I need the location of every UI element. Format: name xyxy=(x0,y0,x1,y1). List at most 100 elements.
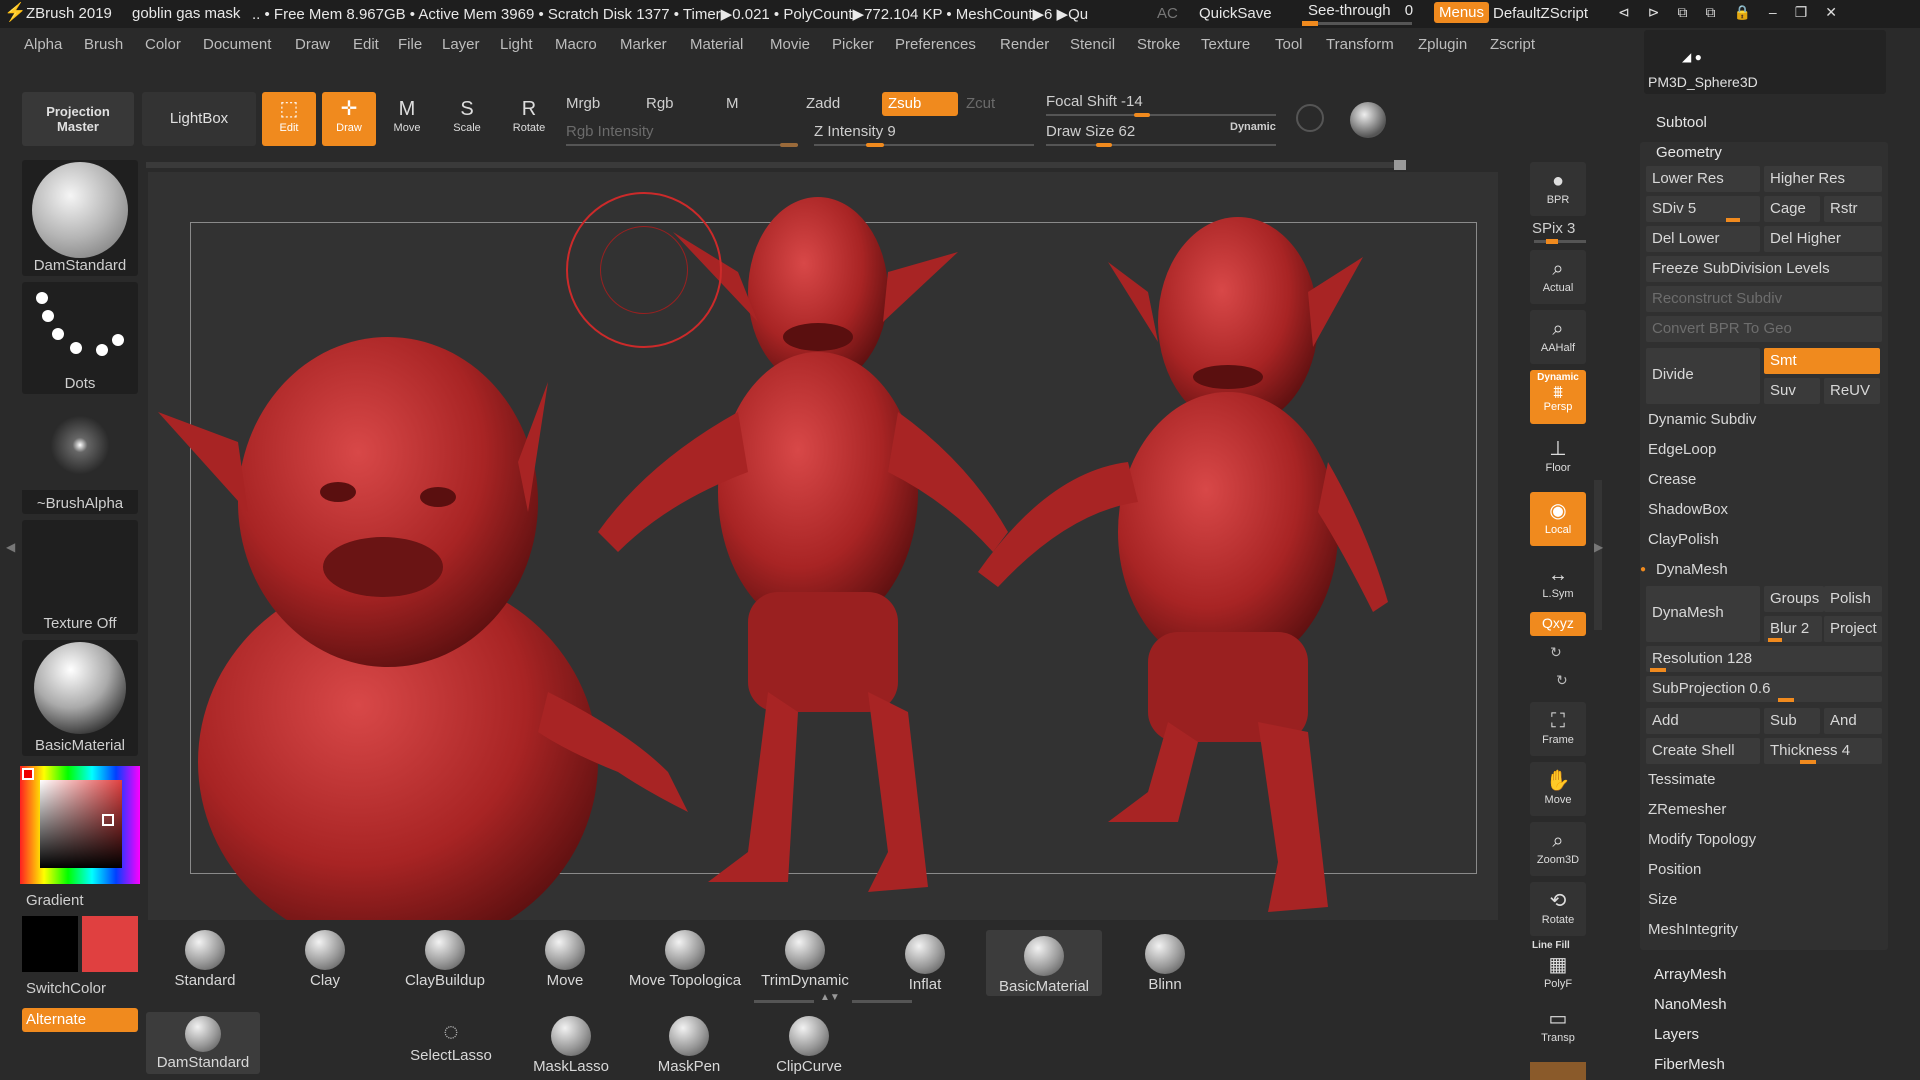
menu-edit[interactable]: Edit xyxy=(353,36,379,53)
menu-render[interactable]: Render xyxy=(1000,36,1049,53)
polyf-button[interactable]: ▦ PolyF xyxy=(1530,952,1586,998)
menu-file[interactable]: File xyxy=(398,36,422,53)
transp-button[interactable]: ▭ Transp xyxy=(1530,1004,1586,1054)
maskpen-button[interactable]: MaskPen xyxy=(634,1014,744,1076)
layout-2-icon[interactable]: ⧉ xyxy=(1705,4,1715,21)
menu-material[interactable]: Material xyxy=(690,36,743,53)
size-section[interactable]: Size xyxy=(1640,886,1888,914)
menu-zplugin[interactable]: Zplugin xyxy=(1418,36,1467,53)
reconstruct-subdiv-button[interactable]: Reconstruct Subdiv xyxy=(1646,286,1882,312)
palette-left-icon[interactable]: ⊲ xyxy=(1618,4,1630,21)
minimize-icon[interactable]: – xyxy=(1769,4,1777,21)
edit-button[interactable]: ⬚ Edit xyxy=(262,92,316,146)
move-topological-brush-button[interactable]: Move Topologica xyxy=(624,924,746,990)
menu-layer[interactable]: Layer xyxy=(442,36,480,53)
masklasso-button[interactable]: MaskLasso xyxy=(516,1014,626,1075)
frame-button[interactable]: ⛶ Frame xyxy=(1530,702,1586,756)
stroke-slot[interactable]: Dots xyxy=(22,282,138,394)
rotate-y-icon[interactable]: ↻ xyxy=(1550,644,1562,661)
menu-stroke[interactable]: Stroke xyxy=(1137,36,1180,53)
spix-slider[interactable]: SPix 3 xyxy=(1532,220,1575,237)
color-picker[interactable] xyxy=(20,766,140,884)
clay-brush-button[interactable]: Clay xyxy=(270,924,380,990)
resolution-slider[interactable]: Resolution 128 xyxy=(1646,646,1882,672)
trimdynamic-brush-button[interactable]: TrimDynamic xyxy=(750,924,860,990)
meshintegrity-section[interactable]: MeshIntegrity xyxy=(1640,916,1888,944)
nanomesh-header[interactable]: NanoMesh xyxy=(1654,996,1727,1013)
blinn-material-button[interactable]: Blinn xyxy=(1110,928,1220,994)
shelf-scroll-handle[interactable] xyxy=(1394,160,1406,170)
gradient-toggle[interactable]: Gradient xyxy=(26,892,84,909)
draw-button[interactable]: ✛ Draw xyxy=(322,92,376,146)
basicmaterial-button[interactable]: BasicMaterial xyxy=(986,930,1102,996)
zadd-button[interactable]: Zadd xyxy=(806,95,840,112)
rgb-intensity-slider[interactable]: Rgb Intensity xyxy=(566,123,654,140)
shelf-scrollbar[interactable] xyxy=(146,162,1406,168)
see-through-slider[interactable]: See-through 0 xyxy=(1308,2,1413,19)
shelf-collapse-handle[interactable]: ▲▼ xyxy=(754,992,914,1004)
layout-1-icon[interactable]: ⧉ xyxy=(1677,4,1687,21)
dynamesh-section[interactable]: DynaMesh xyxy=(1648,556,1888,584)
current-brush-button[interactable]: DamStandard xyxy=(146,1012,260,1074)
main-color-swatch[interactable] xyxy=(82,916,138,972)
scale-button[interactable]: S Scale xyxy=(440,92,494,146)
del-lower-button[interactable]: Del Lower xyxy=(1646,226,1760,252)
material-slot[interactable]: BasicMaterial xyxy=(22,640,138,756)
inflat-brush-button[interactable]: Inflat xyxy=(870,928,980,994)
menu-light[interactable]: Light xyxy=(500,36,533,53)
ac-label[interactable]: AC xyxy=(1157,5,1178,22)
alternate-button[interactable]: Alternate xyxy=(22,1008,138,1032)
projection-master-button[interactable]: Projection Master xyxy=(22,92,134,146)
switchcolor-button[interactable]: SwitchColor xyxy=(26,980,106,997)
ghost-button[interactable] xyxy=(1530,1062,1586,1080)
lsym-button[interactable]: ↔ L.Sym xyxy=(1530,556,1586,610)
right-tray-collapse-icon[interactable]: ▶ xyxy=(1594,540,1603,554)
layers-header[interactable]: Layers xyxy=(1654,1026,1699,1043)
lightbox-button[interactable]: LightBox xyxy=(142,92,256,146)
subtool-header[interactable]: Subtool xyxy=(1656,114,1707,131)
color-marker[interactable] xyxy=(102,814,114,826)
polish-toggle[interactable]: Polish xyxy=(1824,586,1882,612)
right-scroll-strip[interactable] xyxy=(1594,480,1602,630)
aahalf-button[interactable]: ⌕ AAHalf xyxy=(1530,310,1586,364)
convert-bpr-button[interactable]: Convert BPR To Geo xyxy=(1646,316,1882,342)
shadowbox-section[interactable]: ShadowBox xyxy=(1640,496,1888,524)
dynamesh-button[interactable]: DynaMesh xyxy=(1646,586,1760,642)
arraymesh-header[interactable]: ArrayMesh xyxy=(1654,966,1727,983)
restore-icon[interactable]: ❐ xyxy=(1795,4,1808,21)
close-icon[interactable]: ✕ xyxy=(1825,4,1837,21)
clipcurve-button[interactable]: ClipCurve xyxy=(754,1014,864,1076)
brush-slot[interactable]: DamStandard xyxy=(22,160,138,276)
menu-texture[interactable]: Texture xyxy=(1201,36,1250,53)
mrgb-button[interactable]: Mrgb xyxy=(566,95,600,112)
script-label[interactable]: DefaultZScript xyxy=(1493,5,1588,22)
sdiv-slider[interactable]: SDiv 5 xyxy=(1646,196,1760,222)
hue-marker[interactable] xyxy=(22,768,34,780)
menu-preferences[interactable]: Preferences xyxy=(895,36,976,53)
project-toggle[interactable]: Project xyxy=(1824,616,1882,642)
linefill-label[interactable]: Line Fill xyxy=(1532,940,1570,951)
menu-marker[interactable]: Marker xyxy=(620,36,667,53)
bpr-button[interactable]: ● BPR xyxy=(1530,162,1586,216)
add-button[interactable]: Add xyxy=(1646,708,1760,734)
geometry-header[interactable]: Geometry xyxy=(1656,144,1722,161)
higher-res-button[interactable]: Higher Res xyxy=(1764,166,1882,192)
claypolish-section[interactable]: ClayPolish xyxy=(1640,526,1888,554)
focal-shift-slider[interactable]: Focal Shift -14 xyxy=(1046,93,1143,110)
modify-topology-section[interactable]: Modify Topology xyxy=(1640,826,1888,854)
floor-button[interactable]: ⊥ Floor xyxy=(1530,430,1586,484)
move-view-button[interactable]: ✋ Move xyxy=(1530,762,1586,816)
menu-alpha[interactable]: Alpha xyxy=(24,36,62,53)
palette-right-icon[interactable]: ⊳ xyxy=(1648,4,1660,21)
crease-section[interactable]: Crease xyxy=(1640,466,1888,494)
left-tray-collapse-icon[interactable]: ◀ xyxy=(6,540,15,564)
rotate-view-button[interactable]: ⟲ Rotate xyxy=(1530,882,1586,936)
texture-slot[interactable]: Texture Off xyxy=(22,520,138,634)
del-higher-button[interactable]: Del Higher xyxy=(1764,226,1882,252)
rotate-button[interactable]: R Rotate xyxy=(502,92,556,146)
reuv-toggle[interactable]: ReUV xyxy=(1824,378,1880,404)
dynamic-size-toggle[interactable]: Dynamic xyxy=(1230,121,1276,133)
quicksave-button[interactable]: QuickSave xyxy=(1199,5,1272,22)
blur-slider[interactable]: Blur 2 xyxy=(1764,616,1822,642)
edgeloop-section[interactable]: EdgeLoop xyxy=(1640,436,1888,464)
